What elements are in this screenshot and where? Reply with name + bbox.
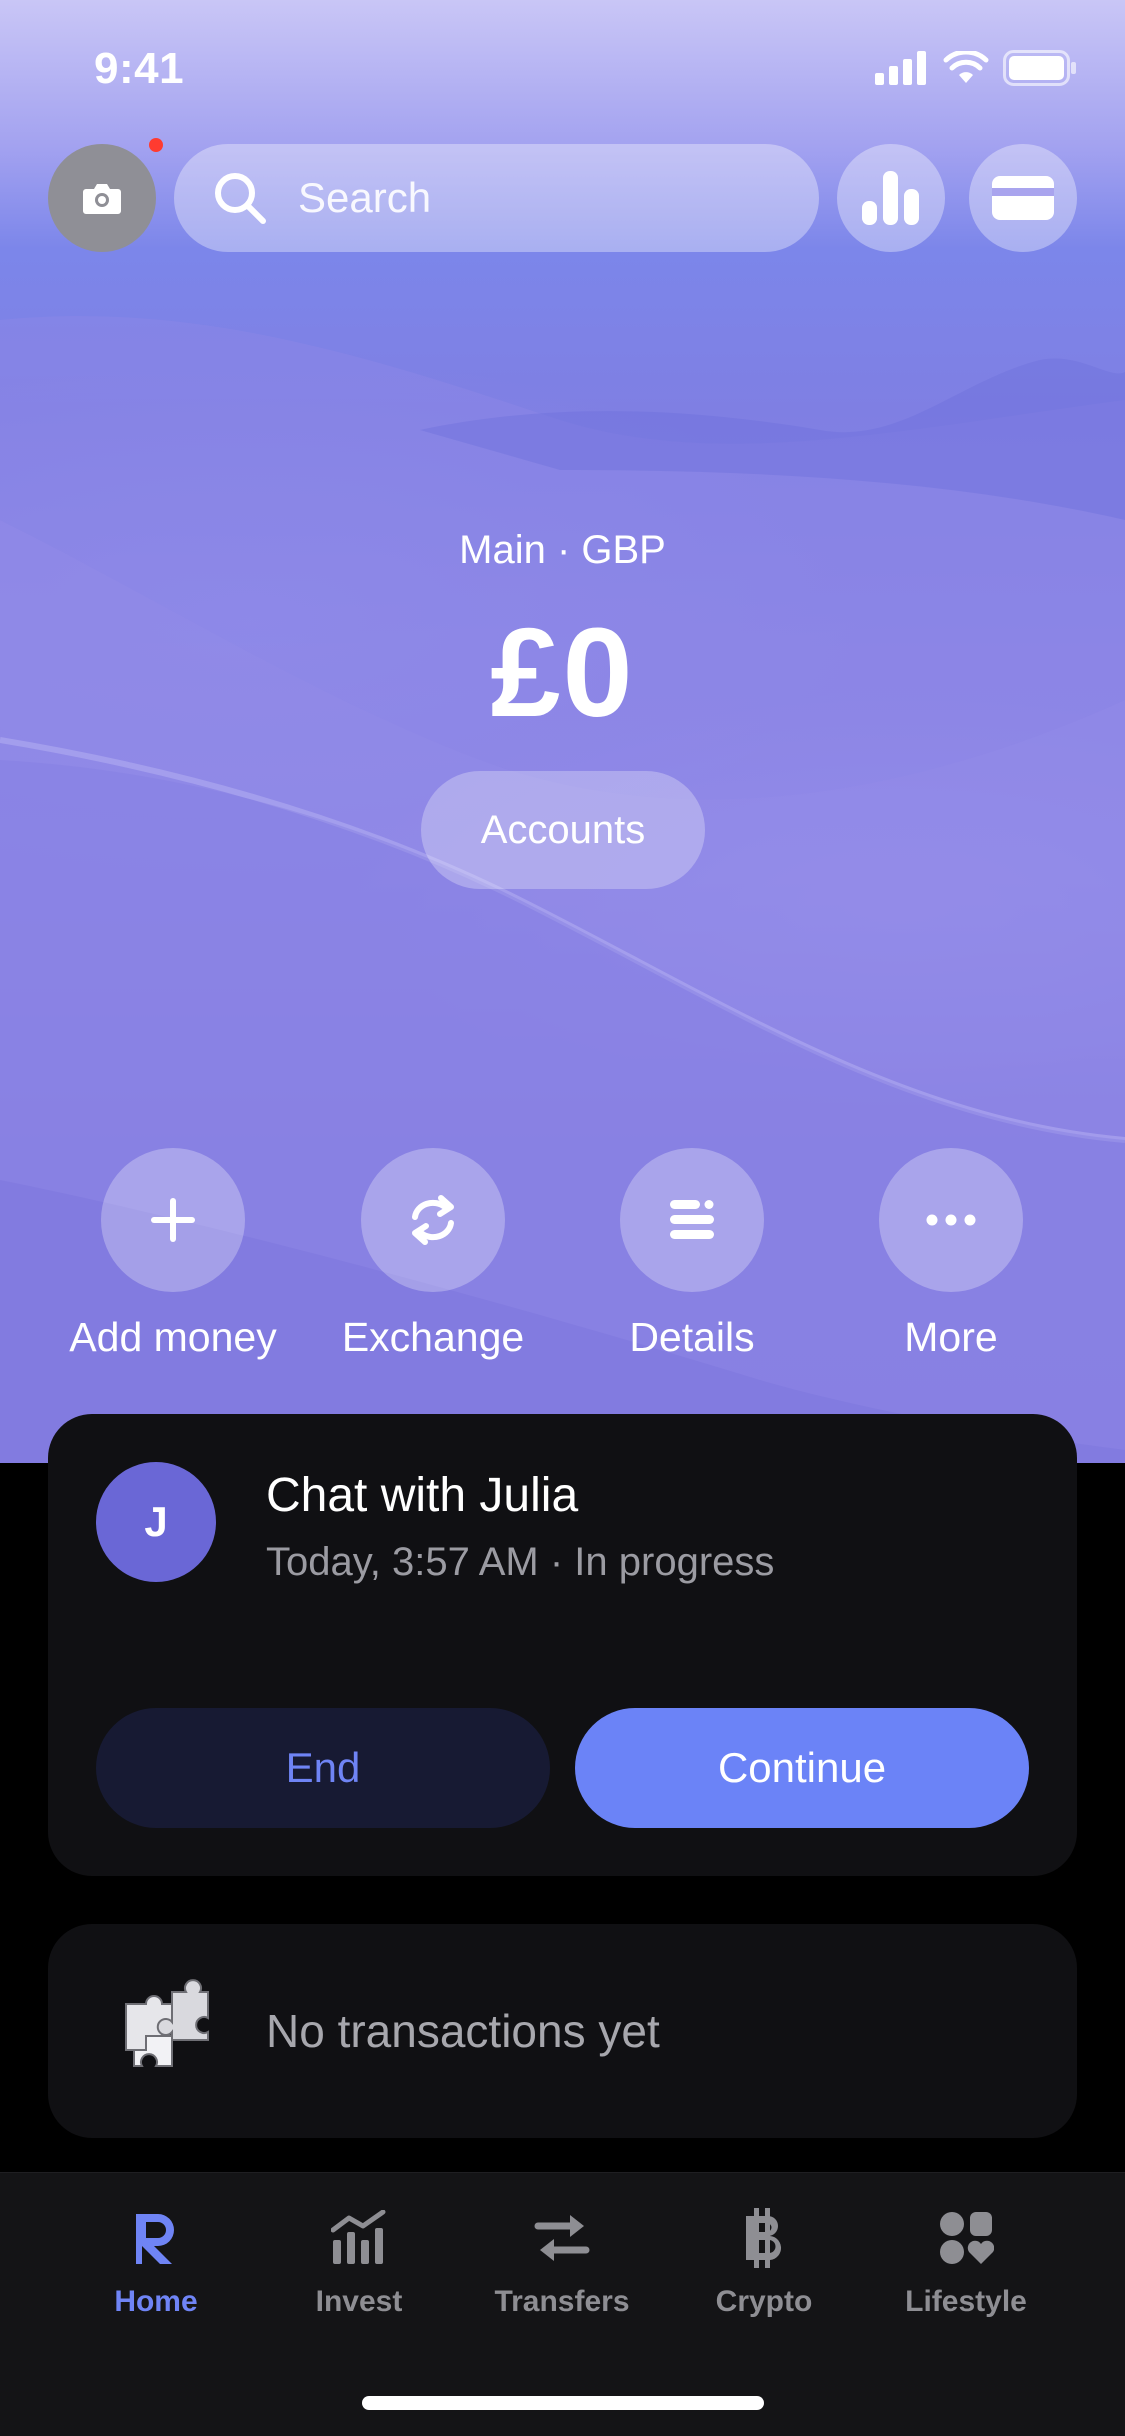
add-money-button[interactable]: Add money bbox=[43, 1148, 303, 1361]
exchange-circle[interactable] bbox=[361, 1148, 505, 1292]
tab-transfers-label: Transfers bbox=[494, 2285, 630, 2318]
status-icons bbox=[875, 50, 1077, 86]
tab-crypto[interactable]: Crypto bbox=[664, 2203, 864, 2319]
exchange-label: Exchange bbox=[341, 1314, 525, 1360]
add-money-circle[interactable] bbox=[101, 1148, 245, 1292]
cards-button[interactable] bbox=[969, 144, 1077, 252]
no-transactions-text: No transactions yet bbox=[266, 2005, 660, 2057]
continue-chat-button[interactable]: Continue bbox=[575, 1708, 1029, 1828]
home-indicator[interactable] bbox=[362, 2396, 764, 2410]
lifestyle-icon bbox=[931, 2203, 1001, 2273]
revolut-logo-icon bbox=[121, 2203, 191, 2273]
tab-home-label: Home bbox=[114, 2285, 198, 2318]
end-chat-button[interactable]: End bbox=[96, 1708, 550, 1828]
chat-title: Chat with Julia bbox=[266, 1469, 579, 1522]
tab-invest[interactable]: Invest bbox=[259, 2203, 459, 2319]
analytics-button[interactable] bbox=[837, 144, 945, 252]
details-button[interactable]: Details bbox=[562, 1148, 822, 1361]
camera-icon bbox=[83, 184, 121, 214]
chat-subtitle: Today, 3:57 AM · In progress bbox=[266, 1540, 775, 1584]
search-input[interactable]: Search bbox=[174, 144, 819, 252]
add-money-label: Add money bbox=[69, 1314, 277, 1360]
chat-card[interactable]: J Chat with Julia Today, 3:57 AM · In pr… bbox=[48, 1414, 1077, 1876]
transactions-card: No transactions yet bbox=[48, 1924, 1077, 2138]
card-icon bbox=[992, 176, 1054, 220]
status-bar: 9:41 bbox=[0, 0, 1125, 132]
balance-amount: £0 bbox=[490, 602, 635, 743]
invest-chart-icon bbox=[324, 2203, 394, 2273]
tab-home[interactable]: Home bbox=[56, 2203, 256, 2319]
details-circle[interactable] bbox=[620, 1148, 764, 1292]
tab-invest-label: Invest bbox=[315, 2285, 403, 2318]
bitcoin-icon bbox=[729, 2203, 799, 2273]
details-icon bbox=[670, 1200, 714, 1239]
more-circle[interactable] bbox=[879, 1148, 1023, 1292]
more-label: More bbox=[904, 1314, 998, 1360]
cellular-signal-icon bbox=[875, 51, 926, 85]
tab-crypto-label: Crypto bbox=[715, 2285, 813, 2318]
exchange-icon bbox=[412, 1195, 454, 1245]
transfers-icon bbox=[527, 2203, 597, 2273]
notification-dot bbox=[149, 138, 163, 152]
quick-actions: Add money Exchange Details More bbox=[0, 1148, 1125, 1368]
more-button[interactable]: More bbox=[821, 1148, 1081, 1361]
details-label: Details bbox=[629, 1314, 755, 1360]
search-placeholder: Search bbox=[298, 174, 432, 221]
accounts-button[interactable]: Accounts bbox=[421, 771, 705, 889]
tab-transfers[interactable]: Transfers bbox=[462, 2203, 662, 2319]
bar-chart-icon bbox=[862, 171, 919, 225]
tab-lifestyle[interactable]: Lifestyle bbox=[866, 2203, 1066, 2319]
plus-icon bbox=[151, 1198, 195, 1242]
puzzle-icon bbox=[125, 1979, 209, 2067]
search-icon bbox=[215, 173, 266, 224]
exchange-button[interactable]: Exchange bbox=[303, 1148, 563, 1361]
chat-avatar: J bbox=[96, 1462, 216, 1582]
tab-lifestyle-label: Lifestyle bbox=[905, 2285, 1027, 2318]
profile-button[interactable] bbox=[48, 144, 156, 252]
more-icon bbox=[926, 1214, 976, 1226]
battery-icon bbox=[1003, 50, 1076, 86]
top-bar: Search bbox=[0, 138, 1125, 252]
wifi-icon bbox=[943, 51, 989, 83]
account-label: Main · GBP bbox=[459, 528, 666, 572]
status-time: 9:41 bbox=[94, 44, 185, 93]
